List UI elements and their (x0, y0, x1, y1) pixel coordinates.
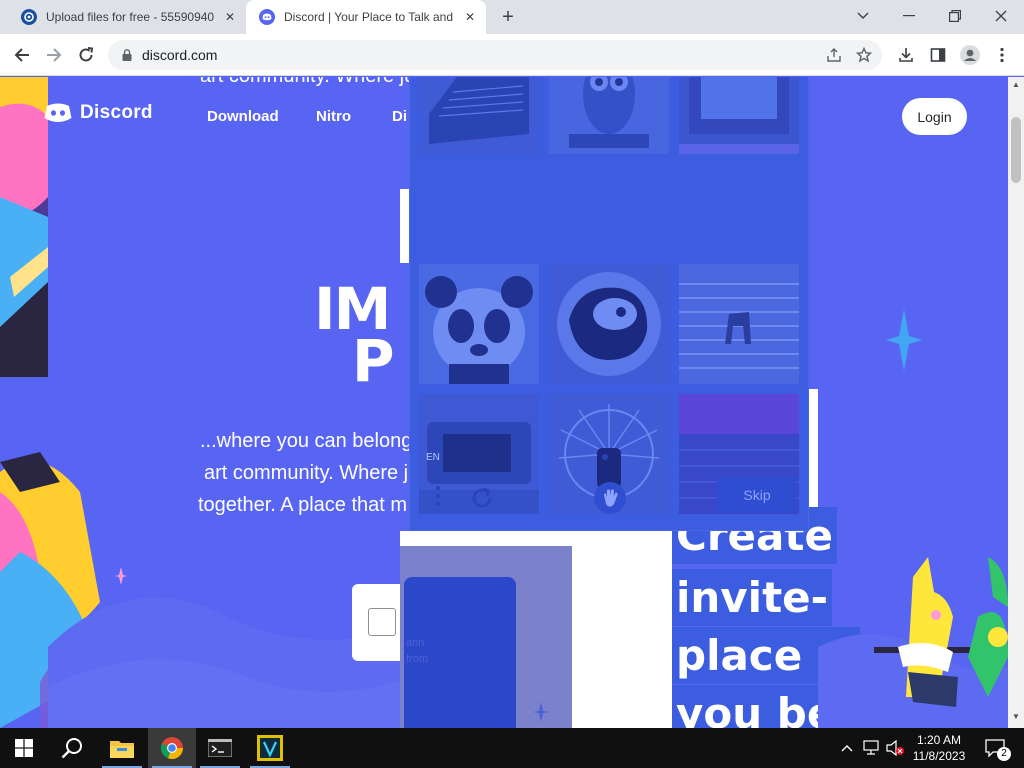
nav-discover-cut[interactable]: Di (392, 108, 407, 125)
tab-search-chevron-down-icon[interactable] (850, 4, 876, 28)
captcha-refresh-icon[interactable] (468, 484, 496, 512)
more-menu-icon[interactable] (990, 43, 1014, 67)
reload-icon[interactable] (73, 42, 99, 68)
scroll-up-arrow-icon[interactable]: ▲ (1012, 81, 1020, 89)
hero-description-line1: ...where you can belong (200, 430, 413, 452)
create-heading-line4: you be (672, 685, 840, 728)
sparkle-icon (533, 702, 549, 722)
terminal-icon[interactable] (196, 728, 244, 768)
discord-logo-icon (44, 103, 72, 122)
tab-title: Upload files for free - 55590940 (46, 10, 215, 24)
lock-icon[interactable] (120, 48, 134, 62)
notification-center-icon[interactable]: 2 (980, 728, 1011, 768)
captcha-page-indicator (602, 454, 608, 460)
windows-taskbar: 1:20 AM 11/8/2023 2 (0, 728, 1024, 768)
checkbox-icon (368, 608, 396, 636)
back-arrow-icon[interactable] (9, 42, 35, 68)
share-icon[interactable] (826, 47, 842, 63)
panda-logo-image-icon (549, 264, 669, 384)
browser-toolbar: discord.com (0, 34, 1024, 76)
discord-logo[interactable]: Discord (44, 102, 153, 124)
system-clock[interactable]: 1:20 AM 11/8/2023 (904, 732, 974, 764)
bookmark-star-icon[interactable] (855, 46, 873, 63)
panda-face-image-icon (419, 264, 539, 384)
create-heading-line2: invite- (672, 569, 833, 626)
captcha-image-panda-face[interactable] (419, 264, 539, 384)
url-text: discord.com (142, 47, 218, 63)
upload-site-favicon-icon (21, 9, 37, 25)
dimmed-card: ann from (404, 577, 516, 728)
browser-tab-strip: Upload files for free - 55590940 ✕ Disco… (0, 0, 1024, 34)
brand-name: Discord (80, 102, 153, 123)
new-tab-button[interactable]: + (498, 7, 518, 28)
page-viewport: Discord Download Nitro Di Login art comm… (0, 77, 1008, 728)
hero-description-line2: art community. Where j (204, 462, 409, 484)
chrome-icon[interactable] (148, 728, 196, 768)
right-illustration (818, 557, 1008, 728)
stairs-dog-image-icon (679, 264, 799, 384)
minimize-icon[interactable] (896, 4, 922, 28)
hcaptcha-logo-icon (594, 482, 626, 514)
address-bar[interactable]: discord.com (108, 40, 882, 70)
start-icon[interactable] (0, 728, 48, 768)
download-icon[interactable] (894, 43, 918, 67)
login-button[interactable]: Login (902, 98, 967, 135)
tab-upload-files[interactable]: Upload files for free - 55590940 ✕ (8, 0, 246, 34)
forward-arrow-icon[interactable] (41, 42, 67, 68)
captcha-skip-button[interactable]: Skip (717, 477, 797, 512)
sparkle-icon (886, 309, 922, 371)
hero-text-cut-top: art community. Where ju (200, 77, 415, 88)
captcha-image-panda-logo[interactable] (549, 264, 669, 384)
hero-description-line3: together. A place that m (198, 494, 408, 516)
search-icon[interactable] (48, 728, 96, 768)
captcha-image-keyboard[interactable] (419, 77, 539, 154)
underlying-white-panel (808, 389, 818, 509)
captcha-image-monitor[interactable] (679, 77, 799, 154)
page-scrollbar[interactable]: ▲ ▼ (1008, 77, 1024, 728)
captcha-challenge-panel[interactable]: EN Skip (409, 77, 809, 531)
faded-card-text: from (406, 653, 428, 665)
profile-avatar-icon[interactable] (958, 43, 982, 67)
open-browser-button-cut[interactable] (352, 584, 404, 661)
volume-muted-icon[interactable] (884, 728, 906, 768)
hero-title-line2: P (352, 327, 394, 395)
discord-favicon-icon (259, 9, 275, 25)
captcha-language-label[interactable]: EN (426, 452, 440, 463)
tab-title: Discord | Your Place to Talk and (284, 10, 453, 24)
side-panel-icon[interactable] (926, 43, 950, 67)
scrollbar-thumb[interactable] (1011, 117, 1021, 183)
notification-count-badge: 2 (997, 747, 1011, 761)
close-tab-icon[interactable]: ✕ (462, 9, 478, 25)
captcha-image-owl[interactable] (549, 77, 669, 154)
restore-icon[interactable] (942, 4, 968, 28)
tab-discord[interactable]: Discord | Your Place to Talk and ✕ (246, 0, 486, 34)
network-icon[interactable] (860, 728, 882, 768)
faded-card-text: ann (406, 637, 425, 649)
app-v-icon[interactable] (246, 728, 294, 768)
nav-download[interactable]: Download (207, 108, 279, 125)
nav-nitro[interactable]: Nitro (316, 108, 351, 125)
file-explorer-icon[interactable] (98, 728, 146, 768)
close-window-icon[interactable] (988, 4, 1014, 28)
scroll-down-arrow-icon[interactable]: ▼ (1012, 713, 1020, 721)
left-illustration (0, 77, 48, 377)
monitor-image-icon (679, 77, 799, 154)
captcha-image-stairs-dog[interactable] (679, 264, 799, 384)
keyboard-image-icon (419, 77, 539, 154)
close-tab-icon[interactable]: ✕ (222, 9, 238, 25)
owl-image-icon (549, 77, 669, 154)
captcha-menu-icon[interactable] (430, 484, 446, 508)
chevron-up-icon[interactable] (838, 728, 856, 768)
clock-time: 1:20 AM (916, 733, 962, 747)
sparkle-small-icon (115, 567, 127, 585)
clock-date: 11/8/2023 (912, 749, 966, 763)
